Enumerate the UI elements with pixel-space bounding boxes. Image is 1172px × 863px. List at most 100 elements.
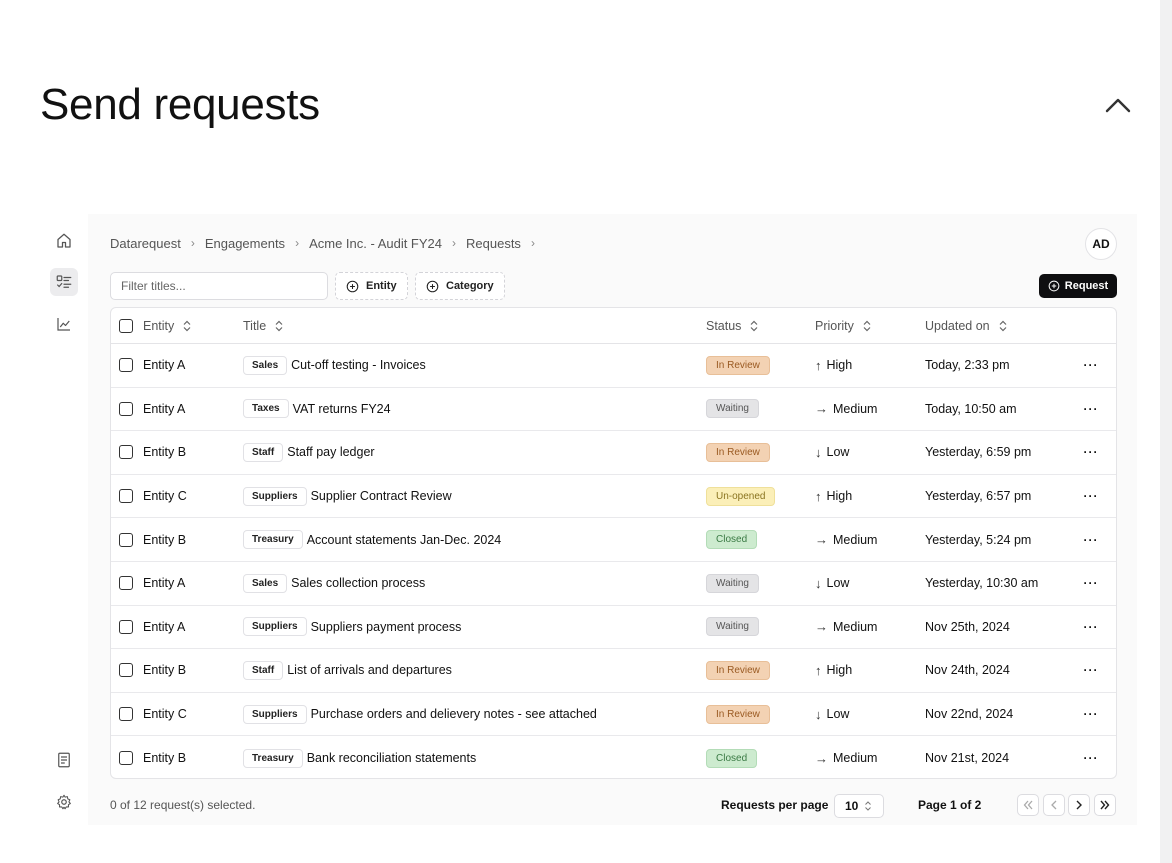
request-title[interactable]: Suppliers payment process [311,620,462,634]
entity-cell: Entity A [143,619,186,634]
new-request-button[interactable]: Request [1039,274,1117,298]
table-row[interactable]: Entity B Treasury Bank reconciliation stat… [111,736,1116,778]
next-page-button[interactable] [1068,794,1090,816]
table-row[interactable]: Entity B Treasury Account statements Jan-D… [111,518,1116,562]
status-cell: In Review [706,442,770,462]
breadcrumb-item[interactable]: Engagements [205,236,285,251]
priority-arrow-icon: → [815,532,828,548]
row-checkbox[interactable] [119,619,133,634]
table-header: Entity Title Status Priority Updated on [111,308,1116,344]
table-row[interactable]: Entity A Sales Cut-off testing - Invoices I… [111,344,1116,388]
priority-cell: ↓ Low [815,445,849,460]
updated-cell: Yesterday, 10:30 am [925,576,1039,591]
row-actions-button[interactable]: ··· [1081,751,1101,765]
sidebar-item-docs[interactable] [50,746,78,774]
row-actions-button[interactable]: ··· [1081,576,1101,590]
row-actions-button[interactable]: ··· [1081,402,1101,416]
row-actions-button[interactable]: ··· [1081,707,1101,721]
row-actions-button[interactable]: ··· [1081,533,1101,547]
category-tag: Treasury [243,530,303,550]
row-actions-button[interactable]: ··· [1081,663,1101,677]
last-page-button[interactable] [1094,794,1116,816]
entity-cell: Entity A [143,576,186,591]
table-row[interactable]: Entity B Staff List of arrivals and depart… [111,649,1116,693]
row-actions-button[interactable]: ··· [1081,445,1101,459]
avatar[interactable]: AD [1085,228,1117,260]
row-actions-button[interactable]: ··· [1081,358,1101,372]
entity-cell: Entity A [143,401,186,416]
column-header-priority[interactable]: Priority [815,319,872,333]
row-checkbox[interactable] [119,358,133,373]
collapse-button[interactable] [1102,92,1134,120]
table-row[interactable]: Entity A Taxes VAT returns FY24 Waiting → Med… [111,388,1116,432]
first-page-button[interactable] [1017,794,1039,816]
priority-cell: → Medium [815,532,877,547]
list-checks-icon [56,275,72,288]
request-title[interactable]: Cut-off testing - Invoices [291,358,426,372]
row-checkbox[interactable] [119,532,133,547]
priority-cell: ↑ High [815,358,852,373]
status-badge: Closed [706,530,758,550]
row-checkbox[interactable] [119,707,133,722]
request-title[interactable]: Account statements Jan-Dec. 2024 [307,533,502,547]
previous-page-button[interactable] [1043,794,1065,816]
sidebar-item-requests[interactable] [50,268,78,296]
table-row[interactable]: Entity B Staff Staff pay ledger In Review ↓ L… [111,431,1116,475]
priority-label: Medium [833,532,878,547]
priority-cell: ↑ High [815,663,852,678]
sidebar-item-settings[interactable] [50,788,78,816]
status-cell: Waiting [706,573,759,593]
sort-icon [183,320,191,331]
column-header-entity[interactable]: Entity [143,319,192,333]
column-header-label: Updated on [925,318,990,333]
row-checkbox[interactable] [119,489,133,504]
entity-filter-button[interactable]: Entity [335,272,408,300]
entity-cell: Entity B [143,532,187,547]
row-checkbox[interactable] [119,663,133,678]
chevrons-up-down-icon [865,801,872,811]
status-cell: In Review [706,355,770,375]
column-header-updated[interactable]: Updated on [925,319,1008,333]
request-title[interactable]: Supplier Contract Review [311,489,452,503]
select-all-checkbox[interactable] [119,318,133,333]
row-checkbox[interactable] [119,751,133,766]
table-row[interactable]: Entity C Suppliers Purchase orders and del… [111,693,1116,737]
page-info: Page 1 of 2 [918,798,982,812]
row-checkbox[interactable] [119,401,133,416]
column-header-status[interactable]: Status [706,319,759,333]
request-title[interactable]: Sales collection process [291,576,425,590]
breadcrumb-item[interactable]: Acme Inc. - Audit FY24 [309,236,442,251]
column-header-title[interactable]: Title [243,319,284,333]
chevron-right-icon: › [295,236,300,250]
request-title[interactable]: Staff pay ledger [287,445,374,459]
request-title[interactable]: Purchase orders and delievery notes - se… [311,707,597,721]
request-title[interactable]: List of arrivals and departures [287,663,452,677]
priority-arrow-icon: ↑ [815,488,822,504]
row-checkbox[interactable] [119,576,133,591]
new-request-label: Request [1064,280,1109,292]
breadcrumb-item[interactable]: Datarequest [110,236,181,251]
table-row[interactable]: Entity A Suppliers Suppliers payment proce… [111,606,1116,650]
table-row[interactable]: Entity C Suppliers Supplier Contract Revie… [111,475,1116,519]
request-title[interactable]: VAT returns FY24 [293,402,391,416]
row-actions-button[interactable]: ··· [1081,489,1101,503]
table-row[interactable]: Entity A Sales Sales collection process Wai… [111,562,1116,606]
sidebar-item-analytics[interactable] [50,310,78,338]
row-actions-button[interactable]: ··· [1081,620,1101,634]
breadcrumb-item[interactable]: Requests [466,236,521,251]
sidebar-item-home[interactable] [50,227,78,255]
filter-titles-input[interactable] [110,272,328,300]
category-filter-button[interactable]: Category [415,272,505,300]
entity-cell: Entity C [143,707,187,722]
updated-cell: Nov 21st, 2024 [925,751,1010,766]
priority-label: High [826,663,853,678]
per-page-select[interactable]: 10 [834,794,884,818]
updated-cell: Yesterday, 6:57 pm [925,489,1032,504]
request-title[interactable]: Bank reconciliation statements [307,751,477,765]
entity-cell: Entity B [143,445,187,460]
status-badge: In Review [706,704,770,724]
column-header-label: Entity [143,318,175,333]
row-checkbox[interactable] [119,445,133,460]
requests-table: Entity Title Status Priority Updated on … [110,307,1117,779]
page-scrollbar[interactable] [1160,0,1172,863]
